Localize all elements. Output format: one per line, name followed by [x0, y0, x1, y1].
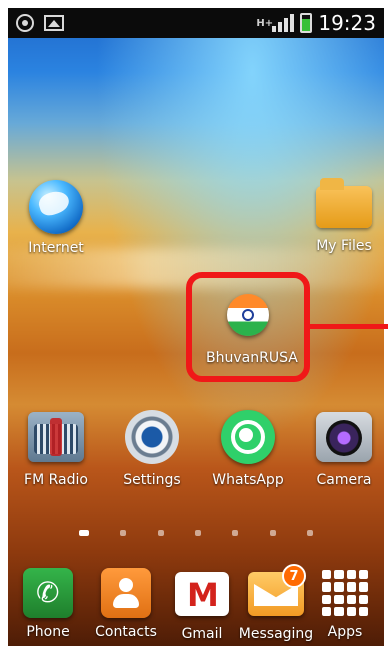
battery-icon — [300, 13, 313, 33]
page-dot-active[interactable] — [78, 530, 89, 536]
app-camera[interactable]: Camera — [302, 412, 386, 488]
contacts-icon — [101, 568, 151, 618]
gallery-icon — [44, 15, 64, 31]
dock-label-gmail: Gmail — [181, 626, 223, 642]
dock-label-apps: Apps — [327, 624, 363, 640]
apps-grid-icon — [320, 568, 370, 618]
dock-phone[interactable]: Phone — [8, 568, 88, 640]
page-dot[interactable] — [194, 530, 201, 536]
app-label-my-files: My Files — [316, 238, 372, 254]
phone-screen: H+ 19:23 Internet My Files BhuvanRUSA FM… — [0, 0, 388, 646]
dock-contacts[interactable]: Contacts — [86, 568, 166, 640]
camera-icon — [316, 412, 372, 462]
whatsapp-icon — [221, 410, 275, 464]
app-settings[interactable]: Settings — [110, 410, 194, 488]
app-bhuvanrusa[interactable]: BhuvanRUSA — [206, 294, 298, 366]
page-dot[interactable] — [120, 530, 127, 536]
status-right: H+ 19:23 — [256, 11, 376, 35]
status-left — [16, 14, 64, 32]
page-indicator — [8, 530, 384, 536]
page-dot[interactable] — [269, 530, 276, 536]
app-whatsapp[interactable]: WhatsApp — [206, 410, 290, 488]
dock-label-messaging: Messaging — [238, 626, 314, 642]
app-label-internet: Internet — [28, 240, 84, 256]
app-label-fm-radio: FM Radio — [24, 472, 88, 488]
fm-radio-icon — [28, 412, 84, 462]
phone-icon — [23, 568, 73, 618]
page-dot[interactable] — [157, 530, 164, 536]
dock-gmail[interactable]: Gmail — [162, 572, 242, 642]
bhuvanrusa-icon — [227, 294, 269, 336]
folder-icon — [316, 178, 372, 228]
internet-icon — [29, 180, 83, 234]
page-dot[interactable] — [232, 530, 239, 536]
dock-apps[interactable]: Apps — [306, 568, 384, 640]
highlight-pointer-line — [310, 324, 388, 329]
app-label-camera: Camera — [316, 472, 372, 488]
app-label-whatsapp: WhatsApp — [212, 472, 284, 488]
status-bar: H+ 19:23 — [8, 8, 384, 38]
dock-messaging[interactable]: 7 Messaging — [236, 564, 316, 642]
dock-label-contacts: Contacts — [95, 624, 157, 640]
app-my-files[interactable]: My Files — [302, 178, 386, 254]
network-type-icon: H+ — [256, 18, 273, 28]
app-internet[interactable]: Internet — [14, 180, 98, 256]
dock-label-phone: Phone — [26, 624, 70, 640]
network-type-label: H+ — [256, 17, 274, 29]
gear-icon — [125, 410, 179, 464]
gps-icon — [16, 14, 34, 32]
status-time: 19:23 — [318, 11, 376, 35]
messaging-icon: 7 — [248, 564, 306, 616]
messaging-badge: 7 — [282, 564, 306, 588]
signal-strength-icon — [272, 14, 295, 32]
dock: Phone Contacts Gmail 7 Messaging Apps — [8, 560, 384, 646]
page-dot[interactable] — [307, 530, 314, 536]
gmail-icon — [175, 572, 229, 616]
app-fm-radio[interactable]: FM Radio — [14, 412, 98, 488]
app-label-bhuvanrusa: BhuvanRUSA — [206, 350, 298, 366]
app-label-settings: Settings — [123, 472, 181, 488]
